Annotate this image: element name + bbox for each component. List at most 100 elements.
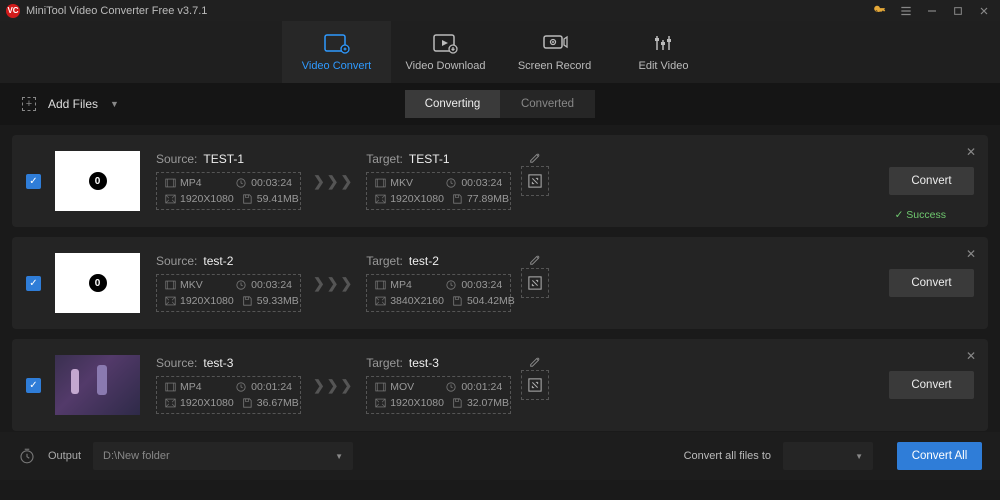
arrow-icon: ❯❯❯ [313, 377, 354, 394]
remove-item-icon[interactable]: ✕ [966, 145, 976, 159]
clock-icon [236, 382, 247, 392]
format-icon [165, 178, 176, 188]
file-list: ✓ 0 Source: TEST-1 MP400:03:24 1920X10805… [0, 125, 1000, 432]
clock-icon [446, 178, 457, 188]
target-meta: MKV00:03:24 1920X108077.89MB [366, 172, 511, 210]
target-name: TEST-1 [409, 152, 450, 166]
source-name: test-3 [203, 356, 233, 370]
source-label: Source: [156, 254, 197, 268]
row-checkbox[interactable]: ✓ [26, 378, 41, 393]
menu-icon[interactable] [896, 1, 916, 21]
video-download-icon [433, 32, 459, 54]
clock-icon [446, 280, 457, 290]
format-icon [375, 280, 386, 290]
chevron-down-icon: ▼ [335, 452, 343, 461]
tab-label: Edit Video [639, 60, 689, 72]
main-tabs: Video Convert Video Download Screen Reco… [0, 21, 1000, 83]
row-checkbox[interactable]: ✓ [26, 276, 41, 291]
resolution-icon [165, 194, 176, 204]
titlebar: VC MiniTool Video Converter Free v3.7.1 [0, 0, 1000, 21]
target-meta: MOV00:01:24 1920X108032.07MB [366, 376, 511, 414]
edit-target-icon[interactable] [529, 356, 541, 368]
minimize-icon[interactable] [922, 1, 942, 21]
convert-all-button[interactable]: Convert All [897, 442, 982, 470]
expand-target-icon[interactable] [521, 370, 549, 400]
list-item: ✓ 0 Source: test-2 MKV00:03:24 1920X10805… [12, 237, 988, 329]
footer: Output D:\New folder ▼ Convert all files… [0, 432, 1000, 480]
thumbnail[interactable]: 0 [55, 151, 140, 211]
output-label: Output [48, 450, 81, 462]
toolbar: + Add Files ▼ Converting Converted [0, 83, 1000, 125]
source-label: Source: [156, 356, 197, 370]
plus-icon: + [22, 97, 36, 111]
maximize-icon[interactable] [948, 1, 968, 21]
arrow-icon: ❯❯❯ [313, 275, 354, 292]
resolution-icon [375, 296, 386, 306]
resolution-icon [165, 398, 176, 408]
clock-icon [236, 178, 247, 188]
remove-item-icon[interactable]: ✕ [966, 247, 976, 261]
row-checkbox[interactable]: ✓ [26, 174, 41, 189]
list-item: ✓ Source: test-3 MP400:01:24 1920X108036.… [12, 339, 988, 431]
size-icon [242, 398, 253, 408]
add-files-button[interactable]: + Add Files ▼ [22, 97, 119, 111]
expand-target-icon[interactable] [521, 166, 549, 196]
edit-target-icon[interactable] [529, 254, 541, 266]
video-convert-icon [324, 32, 350, 54]
target-label: Target: [366, 152, 403, 166]
resolution-icon [375, 194, 386, 204]
size-icon [452, 296, 463, 306]
source-meta: MP400:03:24 1920X108059.41MB [156, 172, 301, 210]
source-name: test-2 [203, 254, 233, 268]
schedule-icon[interactable] [18, 447, 36, 465]
size-icon [242, 296, 253, 306]
arrow-icon: ❯❯❯ [313, 173, 354, 190]
convert-all-format-select[interactable]: ▼ [783, 442, 873, 470]
target-label: Target: [366, 254, 403, 268]
clock-icon [446, 382, 457, 392]
window-title: MiniTool Video Converter Free v3.7.1 [26, 5, 207, 17]
source-label: Source: [156, 152, 197, 166]
list-item: ✓ 0 Source: TEST-1 MP400:03:24 1920X10805… [12, 135, 988, 227]
output-path-value: D:\New folder [103, 450, 170, 462]
convert-button[interactable]: Convert [889, 371, 974, 399]
tab-converted[interactable]: Converted [500, 90, 595, 118]
format-icon [165, 382, 176, 392]
upgrade-key-icon[interactable] [870, 1, 890, 21]
source-meta: MP400:01:24 1920X108036.67MB [156, 376, 301, 414]
clock-icon [236, 280, 247, 290]
tab-edit-video[interactable]: Edit Video [609, 21, 718, 83]
edit-video-icon [653, 32, 675, 54]
format-icon [375, 382, 386, 392]
target-name: test-3 [409, 356, 439, 370]
size-icon [452, 194, 463, 204]
app-logo: VC [6, 4, 20, 18]
size-icon [452, 398, 463, 408]
source-name: TEST-1 [203, 152, 244, 166]
tab-converting[interactable]: Converting [405, 90, 500, 118]
thumbnail[interactable] [55, 355, 140, 415]
output-path-select[interactable]: D:\New folder ▼ [93, 442, 353, 470]
close-icon[interactable] [974, 1, 994, 21]
source-meta: MKV00:03:24 1920X108059.33MB [156, 274, 301, 312]
tab-screen-record[interactable]: Screen Record [500, 21, 609, 83]
tab-video-convert[interactable]: Video Convert [282, 21, 391, 83]
format-icon [165, 280, 176, 290]
tab-video-download[interactable]: Video Download [391, 21, 500, 83]
format-icon [375, 178, 386, 188]
target-name: test-2 [409, 254, 439, 268]
size-icon [242, 194, 253, 204]
convert-button[interactable]: Convert [889, 269, 974, 297]
convert-all-to-label: Convert all files to [684, 450, 771, 462]
edit-target-icon[interactable] [529, 152, 541, 164]
target-label: Target: [366, 356, 403, 370]
convert-button[interactable]: Convert [889, 167, 974, 195]
thumbnail[interactable]: 0 [55, 253, 140, 313]
remove-item-icon[interactable]: ✕ [966, 349, 976, 363]
resolution-icon [165, 296, 176, 306]
tab-label: Video Download [406, 60, 486, 72]
expand-target-icon[interactable] [521, 268, 549, 298]
chevron-down-icon: ▼ [110, 99, 119, 109]
target-meta: MP400:03:24 3840X2160504.42MB [366, 274, 511, 312]
status-success: ✓ Success [895, 209, 946, 221]
